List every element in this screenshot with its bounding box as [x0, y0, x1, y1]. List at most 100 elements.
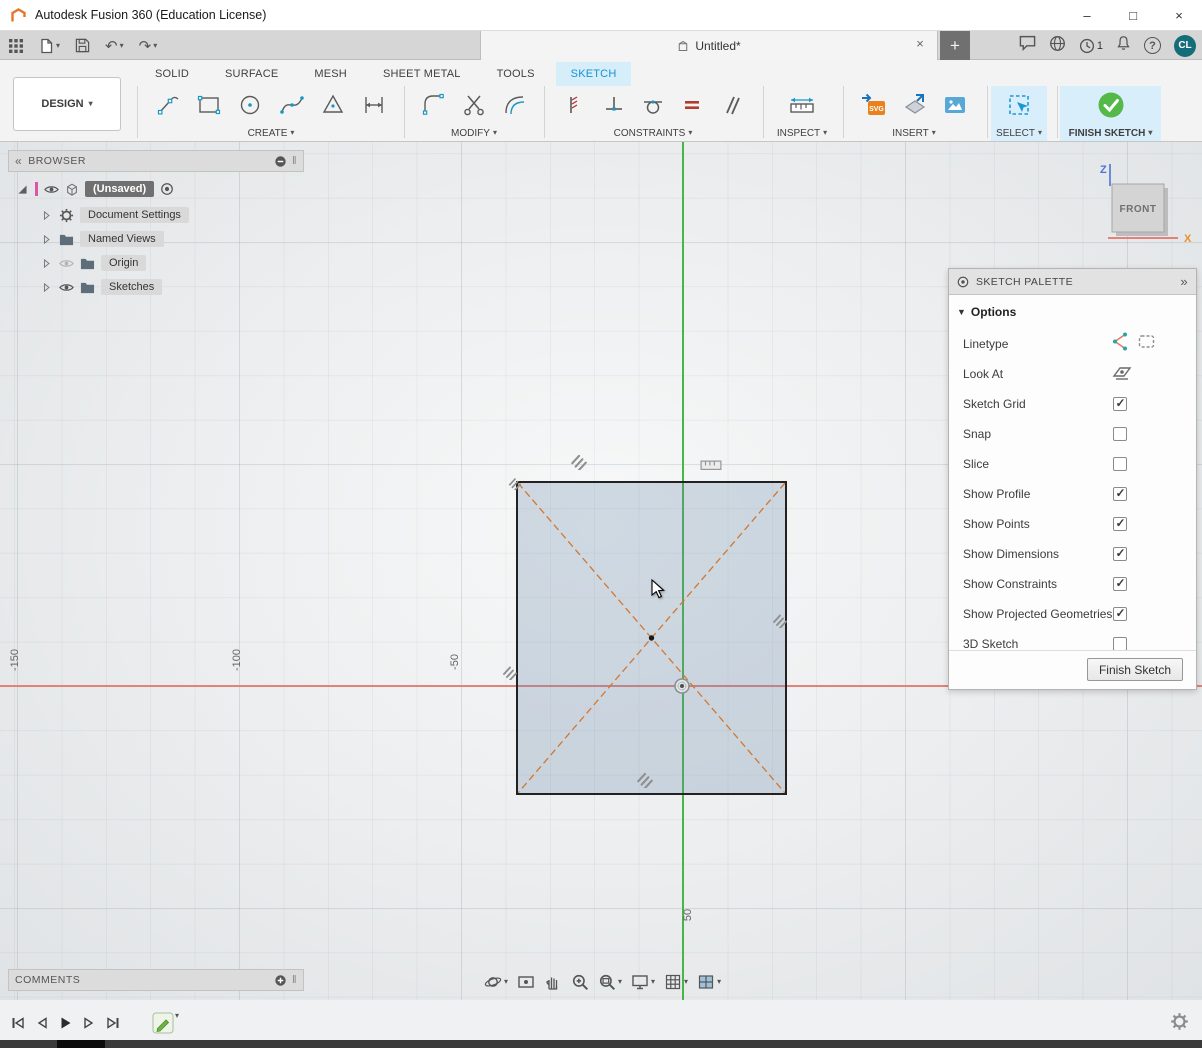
- grid-snaps-button[interactable]: ▾: [664, 973, 688, 991]
- constraints-menu[interactable]: CONSTRAINTS▾: [546, 126, 760, 140]
- tab-sheet-metal[interactable]: SHEET METAL: [368, 62, 476, 86]
- tab-mesh[interactable]: MESH: [299, 62, 362, 86]
- expand-arrow-icon[interactable]: [40, 209, 53, 222]
- timeline-skip-end-button[interactable]: [105, 1015, 121, 1031]
- timeline-sketch-feature[interactable]: ▾: [152, 1012, 179, 1034]
- visibility-eye-icon[interactable]: [44, 182, 59, 197]
- parallel-constraint-badge[interactable]: [570, 452, 588, 470]
- document-tab-close-icon[interactable]: ×: [911, 36, 929, 51]
- select-icon[interactable]: [1006, 92, 1032, 118]
- show-projected-geometries-checkbox[interactable]: [1113, 607, 1127, 621]
- undo-button[interactable]: ↶▾: [105, 37, 124, 55]
- tab-tools[interactable]: TOOLS: [482, 62, 550, 86]
- help-icon[interactable]: ?: [1144, 37, 1161, 54]
- insert-menu[interactable]: INSERT▾: [846, 126, 982, 140]
- minimize-button[interactable]: –: [1064, 0, 1110, 31]
- timeline-step-forward-button[interactable]: [82, 1015, 96, 1031]
- look-at-nav-button[interactable]: [517, 973, 535, 991]
- tab-sketch[interactable]: SKETCH: [556, 62, 632, 86]
- file-menu-button[interactable]: ▾: [39, 38, 60, 54]
- create-menu[interactable]: CREATE▾: [140, 126, 402, 140]
- browser-item-label[interactable]: Named Views: [80, 231, 164, 247]
- timeline-skip-start-button[interactable]: [10, 1015, 26, 1031]
- line-icon[interactable]: [155, 92, 181, 118]
- insert-svg-icon[interactable]: SVG: [860, 92, 887, 118]
- parallel-constraint-badge[interactable]: [772, 612, 788, 628]
- workspace-selector[interactable]: DESIGN▾: [13, 77, 121, 131]
- 3d-sketch-checkbox[interactable]: [1113, 637, 1127, 651]
- center-sketch-point[interactable]: [649, 635, 654, 640]
- snap-checkbox[interactable]: [1113, 427, 1127, 441]
- coincident-constraint-icon[interactable]: [603, 94, 625, 116]
- circle-icon[interactable]: [237, 92, 263, 118]
- expand-arrow-icon[interactable]: [40, 233, 53, 246]
- horizontal-constraint-badge[interactable]: [700, 460, 722, 471]
- options-section-header[interactable]: ▼ Options: [949, 295, 1196, 329]
- finish-sketch-palette-button[interactable]: Finish Sketch: [1087, 658, 1183, 681]
- slice-checkbox[interactable]: [1113, 457, 1127, 471]
- sketch-feature-icon[interactable]: [152, 1012, 174, 1034]
- timeline-step-back-button[interactable]: [35, 1015, 49, 1031]
- parallel-constraint-badge[interactable]: [508, 476, 522, 490]
- dock-panel-icon[interactable]: »: [1180, 274, 1188, 289]
- app-grid-icon[interactable]: [8, 38, 24, 54]
- close-button[interactable]: ×: [1156, 0, 1202, 31]
- normal-linetype-icon[interactable]: [1110, 332, 1129, 351]
- browser-item-document-settings[interactable]: Document Settings: [40, 204, 189, 226]
- show-dimensions-checkbox[interactable]: [1113, 547, 1127, 561]
- add-comment-icon[interactable]: [274, 974, 287, 987]
- parallel-constraint-icon[interactable]: [721, 94, 743, 116]
- caret-down-icon[interactable]: ▾: [175, 1012, 179, 1020]
- rectangle-icon[interactable]: [196, 92, 222, 118]
- expand-corner-icon[interactable]: [16, 183, 29, 196]
- offset-icon[interactable]: [502, 92, 528, 118]
- extensions-globe-icon[interactable]: [1049, 35, 1066, 57]
- comments-panel-header[interactable]: COMMENTS ‖: [8, 969, 304, 991]
- browser-item-sketches[interactable]: Sketches: [40, 276, 162, 298]
- measure-icon[interactable]: [788, 92, 816, 118]
- redo-button[interactable]: ↷▾: [139, 37, 158, 55]
- viewports-button[interactable]: ▾: [697, 973, 721, 991]
- sketch-palette-header[interactable]: SKETCH PALETTE »: [949, 269, 1196, 295]
- parallel-constraint-badge[interactable]: [636, 770, 654, 788]
- parallel-constraint-badge[interactable]: [502, 664, 518, 680]
- horizontal-vertical-constraint-icon[interactable]: [563, 94, 585, 116]
- browser-root-row[interactable]: (Unsaved): [16, 178, 174, 200]
- pan-button[interactable]: [544, 973, 562, 991]
- expand-arrow-icon[interactable]: [40, 257, 53, 270]
- tab-surface[interactable]: SURFACE: [210, 62, 293, 86]
- visibility-eye-icon[interactable]: [59, 256, 74, 271]
- fillet-icon[interactable]: [421, 92, 447, 118]
- browser-item-named-views[interactable]: Named Views: [40, 228, 164, 250]
- equal-constraint-icon[interactable]: [681, 94, 703, 116]
- insert-mesh-icon[interactable]: [902, 92, 928, 118]
- finish-sketch-button[interactable]: FINISH SKETCH▾: [1060, 126, 1161, 140]
- polygon-icon[interactable]: [320, 92, 346, 118]
- user-avatar[interactable]: CL: [1174, 35, 1196, 57]
- modify-menu[interactable]: MODIFY▾: [406, 126, 542, 140]
- look-at-button[interactable]: [1112, 363, 1132, 386]
- preferences-gear-icon[interactable]: [1170, 1012, 1189, 1031]
- new-tab-button[interactable]: +: [940, 31, 970, 60]
- activate-radio-icon[interactable]: [160, 182, 174, 196]
- fit-button[interactable]: ▾: [598, 973, 622, 991]
- tangent-constraint-icon[interactable]: [642, 94, 664, 116]
- zoom-button[interactable]: [571, 973, 589, 991]
- maximize-button[interactable]: □: [1110, 0, 1156, 31]
- tab-solid[interactable]: SOLID: [140, 62, 204, 86]
- expand-arrow-icon[interactable]: [40, 281, 53, 294]
- save-button[interactable]: [75, 38, 90, 53]
- browser-item-label[interactable]: Document Settings: [80, 207, 189, 223]
- sketch-profile[interactable]: [516, 481, 787, 795]
- timeline-play-button[interactable]: [58, 1015, 73, 1031]
- job-status-icon[interactable]: [1019, 35, 1036, 56]
- browser-item-label[interactable]: Sketches: [101, 279, 162, 295]
- panel-handle-icon[interactable]: ‖: [292, 974, 297, 986]
- select-menu[interactable]: SELECT▾: [991, 126, 1047, 140]
- display-settings-button[interactable]: ▾: [631, 973, 655, 991]
- trim-icon[interactable]: [461, 92, 487, 118]
- show-points-checkbox[interactable]: [1113, 517, 1127, 531]
- view-cube[interactable]: Z FRONT X: [1096, 158, 1200, 250]
- browser-item-label[interactable]: Origin: [101, 255, 146, 271]
- bell-icon[interactable]: [1116, 35, 1131, 56]
